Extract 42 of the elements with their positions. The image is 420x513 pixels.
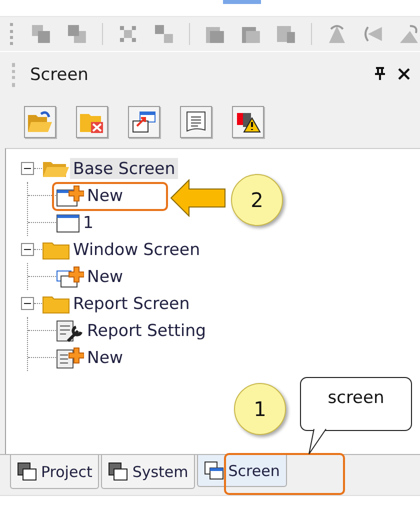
collapse-icon[interactable] bbox=[21, 297, 34, 310]
document-list-button[interactable] bbox=[180, 106, 212, 138]
tree-item[interactable]: Window Screen bbox=[70, 239, 204, 260]
rotate-right-icon[interactable] bbox=[398, 23, 420, 45]
screens-icon bbox=[204, 461, 224, 480]
warning-icon bbox=[235, 110, 261, 134]
tab[interactable]: System bbox=[101, 455, 196, 489]
new-report-icon bbox=[56, 346, 84, 368]
windows-icon bbox=[108, 462, 128, 481]
screen-link-button[interactable] bbox=[128, 106, 160, 138]
report-wrench-icon bbox=[56, 320, 84, 342]
folder-icon bbox=[42, 294, 70, 314]
panel-title: Screen bbox=[30, 65, 90, 85]
document-icon bbox=[184, 110, 208, 134]
ungroup-icon[interactable] bbox=[152, 23, 175, 45]
speech-bubble: screen bbox=[300, 377, 412, 431]
warning-button[interactable] bbox=[232, 106, 264, 138]
screen-icon bbox=[56, 212, 80, 232]
collapse-icon[interactable] bbox=[21, 162, 34, 175]
folder-icon bbox=[42, 240, 70, 260]
tab[interactable]: Project bbox=[10, 455, 100, 489]
new-window-icon bbox=[56, 266, 84, 288]
send-back-icon[interactable] bbox=[66, 23, 88, 45]
collapse-icon[interactable] bbox=[21, 243, 34, 256]
tab[interactable]: Screen bbox=[197, 455, 287, 487]
delete-folder-button[interactable] bbox=[76, 106, 108, 138]
windows-icon bbox=[17, 462, 37, 481]
tree-item[interactable]: New bbox=[84, 266, 126, 287]
close-icon[interactable] bbox=[398, 68, 410, 82]
screen-info-icon[interactable] bbox=[275, 23, 298, 45]
tree-item[interactable]: New bbox=[84, 185, 126, 206]
new-screen-icon bbox=[56, 184, 84, 206]
open-folder-button[interactable] bbox=[24, 106, 56, 138]
tree-item[interactable]: Base Screen bbox=[70, 158, 178, 179]
tree-item[interactable]: Report Setting bbox=[84, 320, 210, 341]
bring-front-icon[interactable] bbox=[30, 23, 52, 45]
screen-link-icon bbox=[131, 110, 157, 134]
arrow-icon bbox=[170, 179, 226, 217]
tree-item[interactable]: 1 bbox=[80, 212, 96, 233]
tree-item[interactable]: Report Screen bbox=[70, 293, 193, 314]
open-folder-icon bbox=[27, 110, 53, 134]
tree-item[interactable]: New bbox=[84, 347, 126, 368]
